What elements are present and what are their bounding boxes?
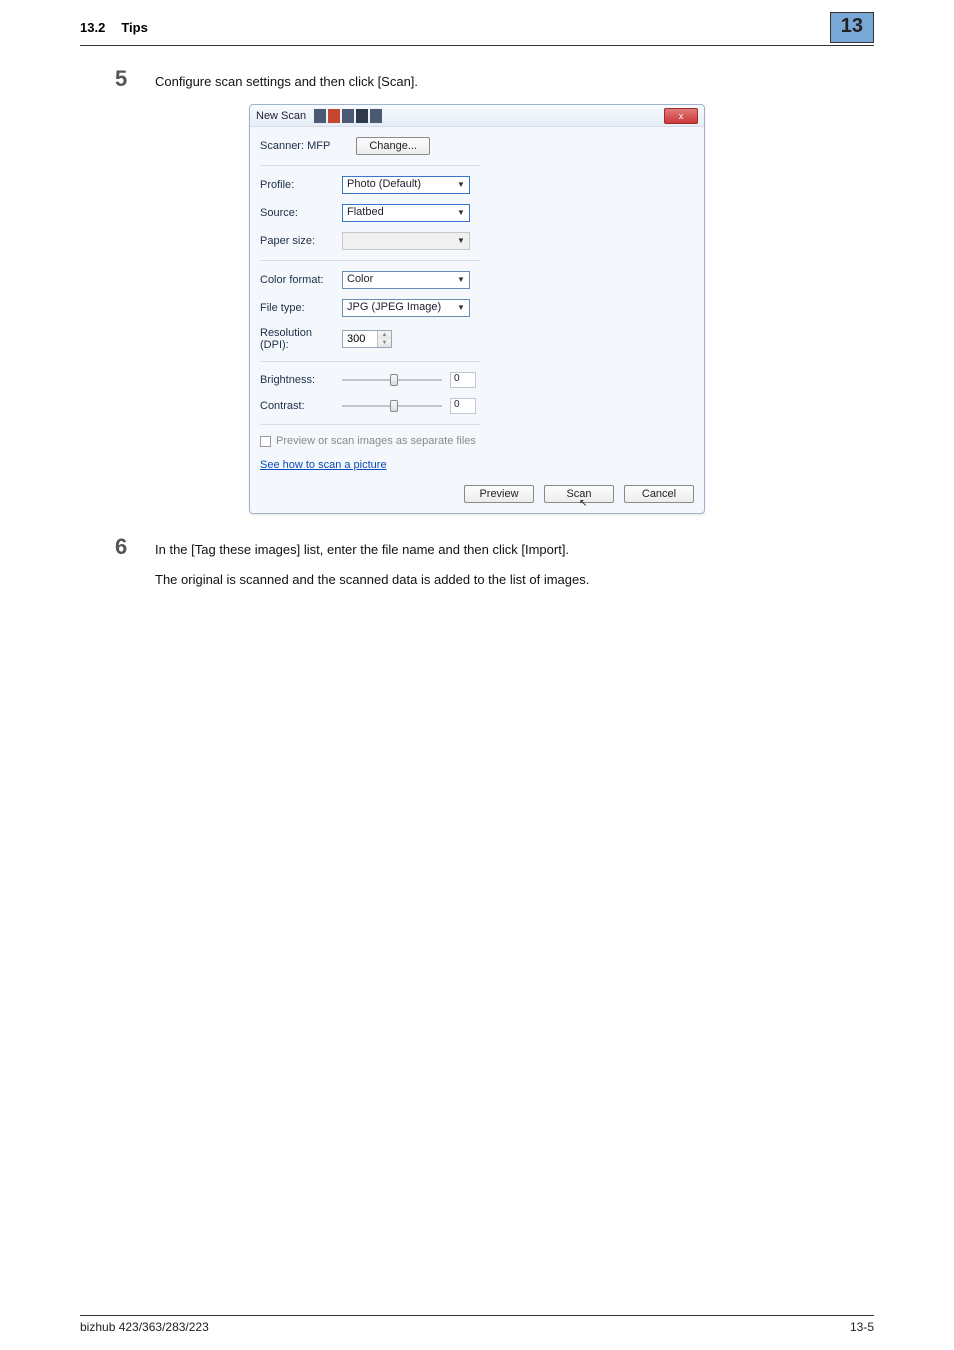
scanner-label: Scanner: MFP: [260, 140, 330, 152]
step-6-sub: The original is scanned and the scanned …: [155, 572, 954, 587]
brightness-slider[interactable]: [342, 373, 442, 387]
header-rule: [80, 45, 874, 46]
contrast-slider[interactable]: [342, 399, 442, 413]
new-scan-dialog: New Scan x Scanner: MFP Change... Profil…: [249, 104, 705, 514]
step-text: In the [Tag these images] list, enter th…: [155, 542, 569, 557]
colorformat-dropdown[interactable]: Color ▼: [342, 271, 470, 289]
dialog-buttons: Preview Scan ↖ Cancel: [250, 479, 704, 513]
chevron-down-icon: ▼: [378, 339, 391, 347]
close-icon: x: [679, 111, 684, 121]
settings-pane: Scanner: MFP Change... Profile: Photo (D…: [260, 137, 480, 471]
spin-buttons[interactable]: ▲ ▼: [377, 331, 391, 347]
step-text: Configure scan settings and then click […: [155, 74, 418, 89]
step-number: 5: [115, 66, 155, 92]
scanner-row: Scanner: MFP Change...: [260, 137, 480, 155]
divider-1: [260, 165, 480, 166]
help-link[interactable]: See how to scan a picture: [260, 459, 387, 471]
section-number: 13.2: [80, 20, 105, 35]
step-5: 5 Configure scan settings and then click…: [115, 66, 954, 92]
resolution-label: Resolution (DPI):: [260, 327, 342, 351]
filetype-dropdown[interactable]: JPG (JPEG Image) ▼: [342, 299, 470, 317]
separate-files-checkbox: [260, 436, 271, 447]
header-left: 13.2 Tips: [80, 20, 148, 35]
chevron-down-icon: ▼: [457, 236, 467, 246]
resolution-row: Resolution (DPI): ▲ ▼: [260, 327, 480, 351]
preview-pane: [480, 137, 694, 471]
separate-files-row: Preview or scan images as separate files: [260, 435, 480, 447]
step-number: 6: [115, 534, 155, 560]
dialog-body: Scanner: MFP Change... Profile: Photo (D…: [250, 127, 704, 479]
profile-row: Profile: Photo (Default) ▼: [260, 176, 480, 194]
close-button[interactable]: x: [664, 108, 698, 124]
change-button[interactable]: Change...: [356, 137, 430, 155]
chapter-badge: 13: [830, 12, 874, 43]
colorformat-label: Color format:: [260, 274, 342, 286]
chevron-down-icon: ▼: [457, 303, 467, 313]
chevron-down-icon: ▼: [457, 275, 467, 285]
source-dropdown[interactable]: Flatbed ▼: [342, 204, 470, 222]
resolution-stepper[interactable]: ▲ ▼: [342, 330, 392, 348]
footer-right: 13-5: [850, 1320, 874, 1334]
contrast-value: 0: [450, 398, 476, 414]
filetype-row: File type: JPG (JPEG Image) ▼: [260, 299, 480, 317]
contrast-label: Contrast:: [260, 400, 342, 412]
page-footer: bizhub 423/363/283/223 13-5: [80, 1315, 874, 1334]
page-header: 13.2 Tips 13: [0, 0, 954, 43]
divider-3: [260, 361, 480, 362]
contrast-row: Contrast: 0: [260, 398, 480, 414]
filetype-value: JPG (JPEG Image): [347, 301, 441, 313]
preview-button[interactable]: Preview: [464, 485, 534, 503]
profile-dropdown[interactable]: Photo (Default) ▼: [342, 176, 470, 194]
papersize-row: Paper size: ▼: [260, 232, 480, 250]
papersize-label: Paper size:: [260, 235, 342, 247]
chevron-down-icon: ▼: [457, 208, 467, 218]
divider-4: [260, 424, 480, 425]
brightness-label: Brightness:: [260, 374, 342, 386]
brightness-value: 0: [450, 372, 476, 388]
divider-2: [260, 260, 480, 261]
footer-left: bizhub 423/363/283/223: [80, 1320, 209, 1334]
chevron-up-icon: ▲: [378, 331, 391, 339]
section-title: Tips: [121, 20, 148, 35]
cursor-icon: ↖: [579, 498, 587, 509]
brightness-row: Brightness: 0: [260, 372, 480, 388]
source-label: Source:: [260, 207, 342, 219]
profile-label: Profile:: [260, 179, 342, 191]
resolution-input[interactable]: [343, 331, 377, 347]
step-6: 6 In the [Tag these images] list, enter …: [115, 534, 954, 560]
colorformat-row: Color format: Color ▼: [260, 271, 480, 289]
colorformat-value: Color: [347, 273, 373, 285]
papersize-dropdown: ▼: [342, 232, 470, 250]
filetype-label: File type:: [260, 302, 342, 314]
source-row: Source: Flatbed ▼: [260, 204, 480, 222]
profile-value: Photo (Default): [347, 178, 421, 190]
source-value: Flatbed: [347, 206, 384, 218]
separate-files-label: Preview or scan images as separate files: [276, 435, 476, 447]
titlebar-accent: [314, 109, 382, 123]
dialog-title: New Scan: [256, 110, 306, 122]
dialog-titlebar: New Scan x: [250, 105, 704, 127]
chevron-down-icon: ▼: [457, 180, 467, 190]
cancel-button[interactable]: Cancel: [624, 485, 694, 503]
